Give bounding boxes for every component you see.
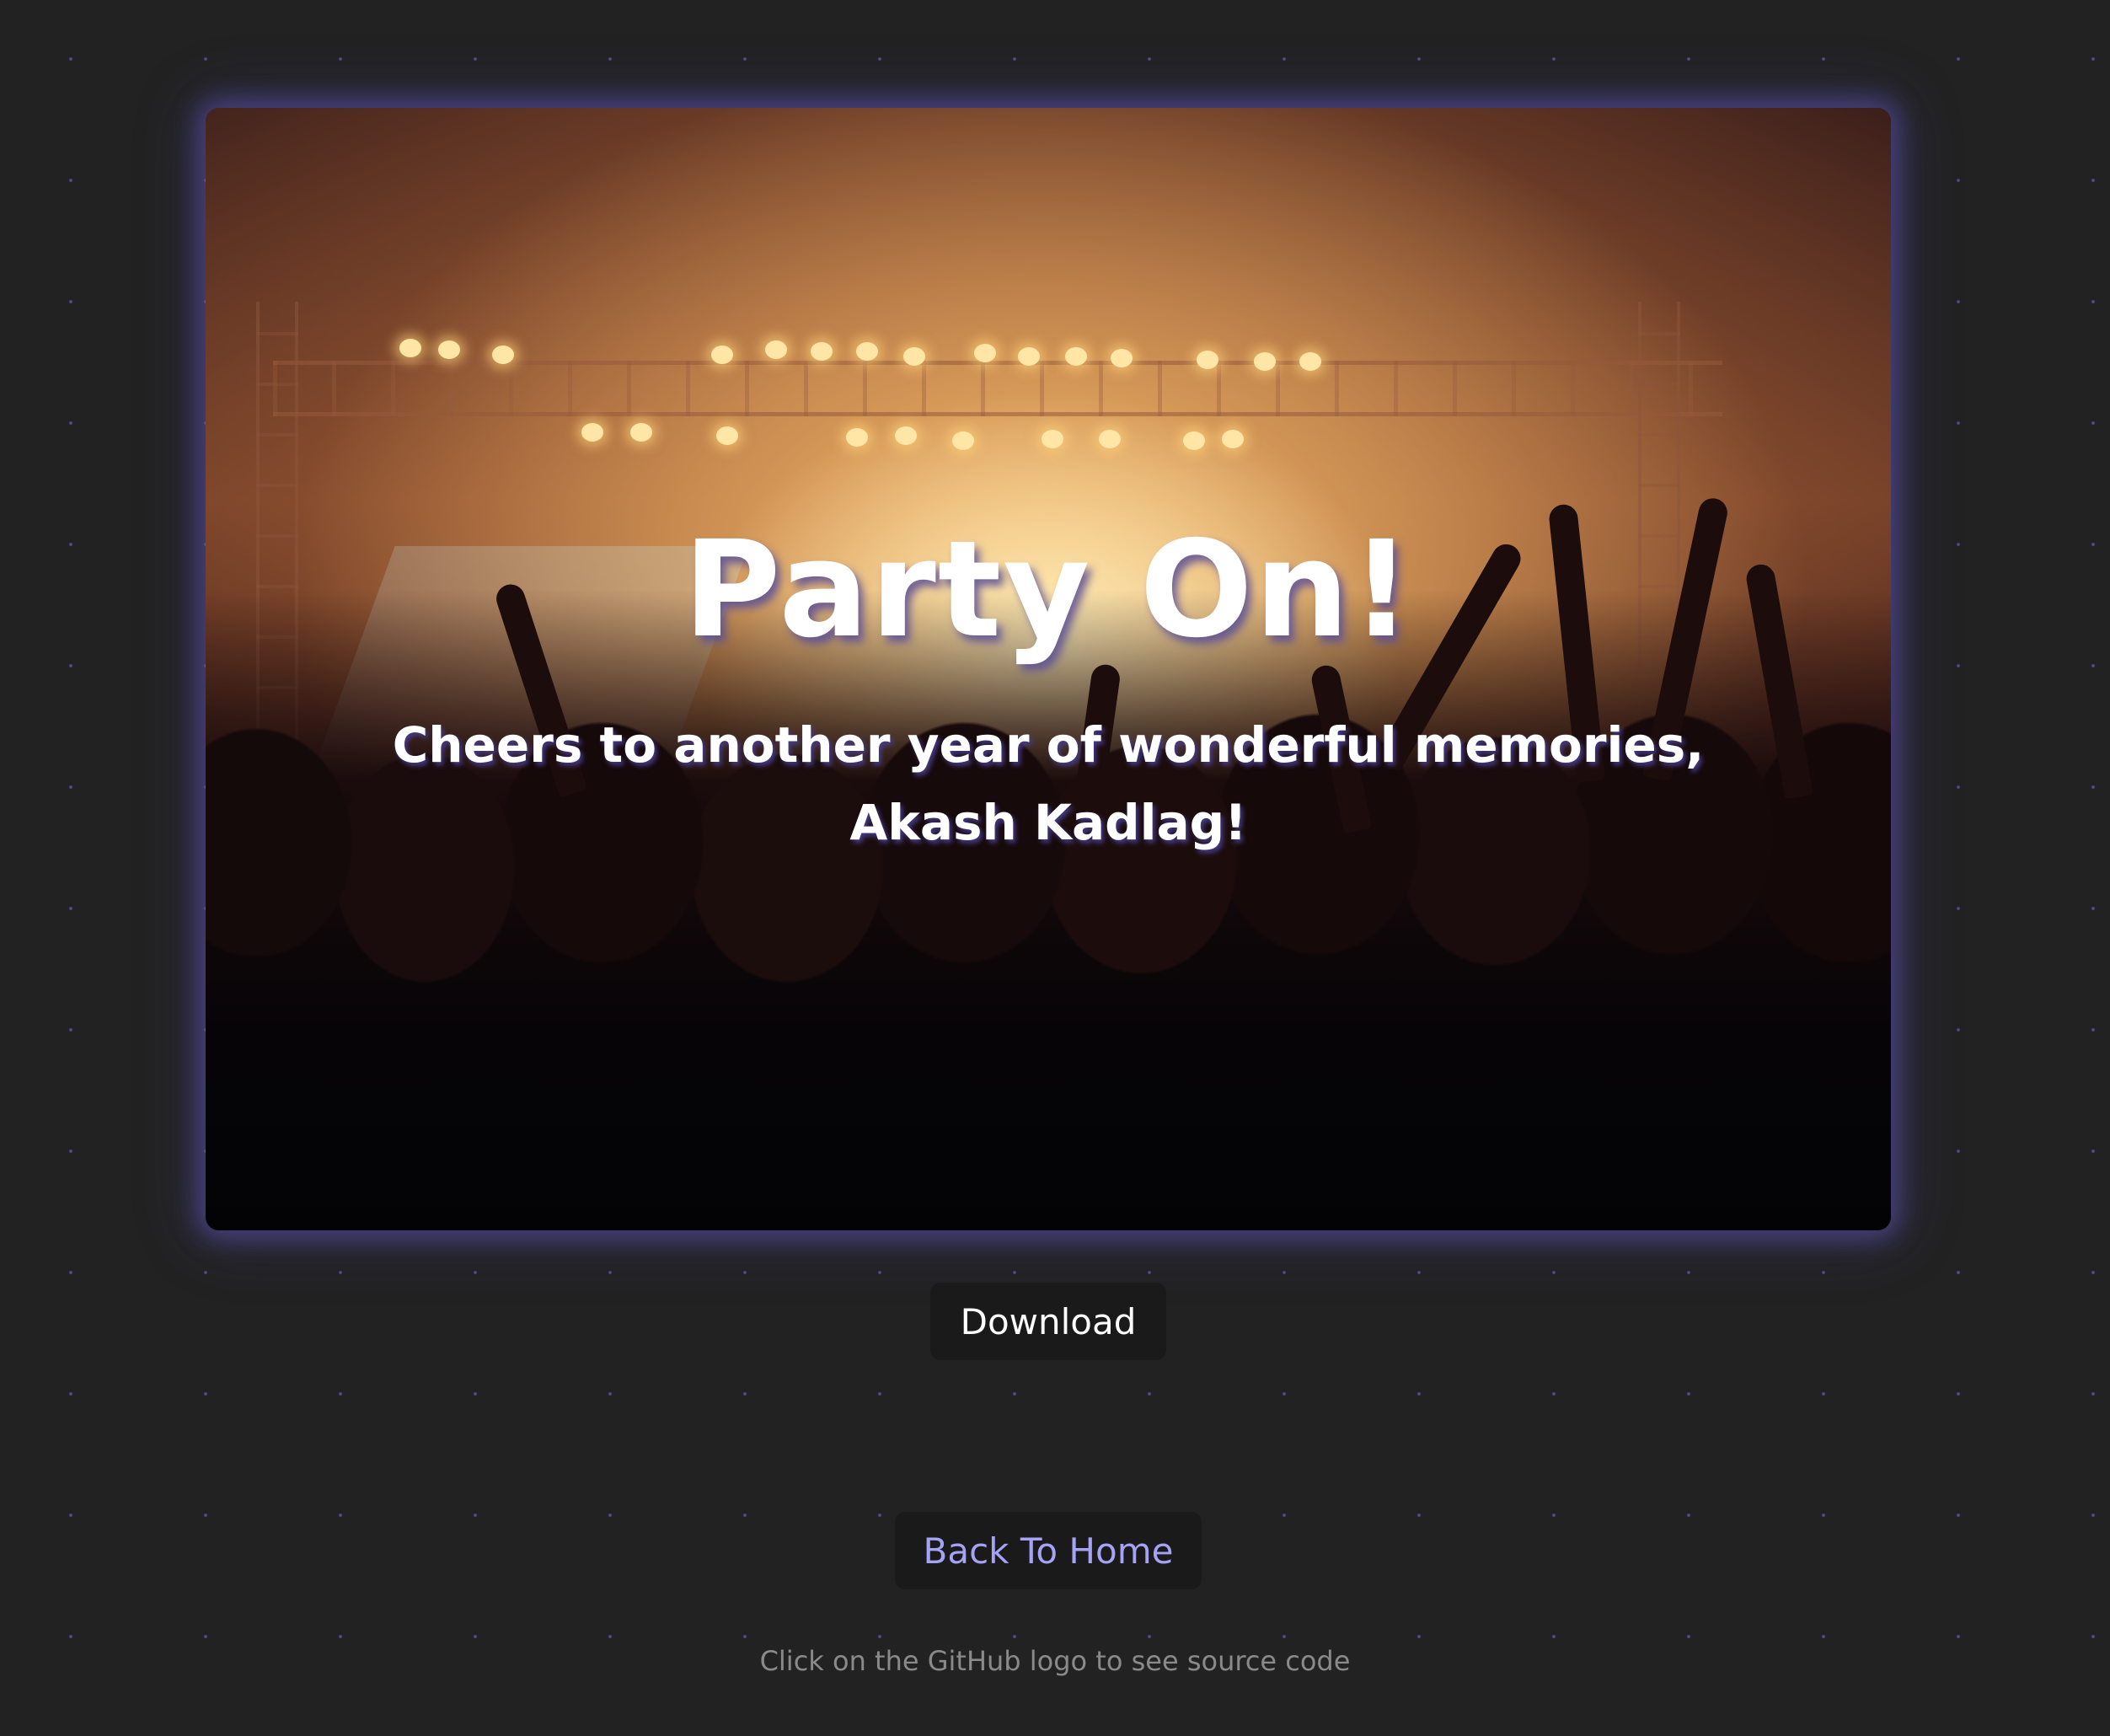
stage-light [1018,347,1040,366]
stage-light [846,428,868,447]
stage-light [1042,430,1063,448]
stage-light [952,431,974,450]
stage-light [581,423,603,442]
crowd-silhouette [206,590,1891,1230]
stage-light [856,342,878,361]
stage-light [1111,349,1133,367]
card-title: Party On! [683,512,1414,667]
stage-light [492,346,514,364]
stage-light [1065,347,1087,366]
stage-light [630,423,652,442]
stage-light [399,339,421,357]
stage-light [1197,351,1218,369]
stage-light [711,346,733,364]
stage-light [1299,352,1321,371]
stage-light [974,344,996,362]
stage-light [438,340,460,359]
back-to-home-link[interactable]: Back To Home [895,1512,1202,1589]
download-button[interactable]: Download [930,1283,1166,1360]
stage-light [1254,352,1276,371]
stage-light [811,342,833,361]
stage-light [1183,431,1205,450]
stage-light [903,347,925,366]
footer-note: Click on the GitHub logo to see source c… [759,1645,1351,1677]
stage-truss [273,361,1722,416]
stage-light [716,426,738,445]
stage-light [1099,430,1121,448]
stage-light [1222,430,1244,448]
card-subtitle: Cheers to another year of wonderful memo… [392,716,1705,851]
stage-light [765,340,787,359]
greeting-card: Party On! Cheers to another year of wond… [206,108,1891,1230]
stage-light [895,426,917,445]
